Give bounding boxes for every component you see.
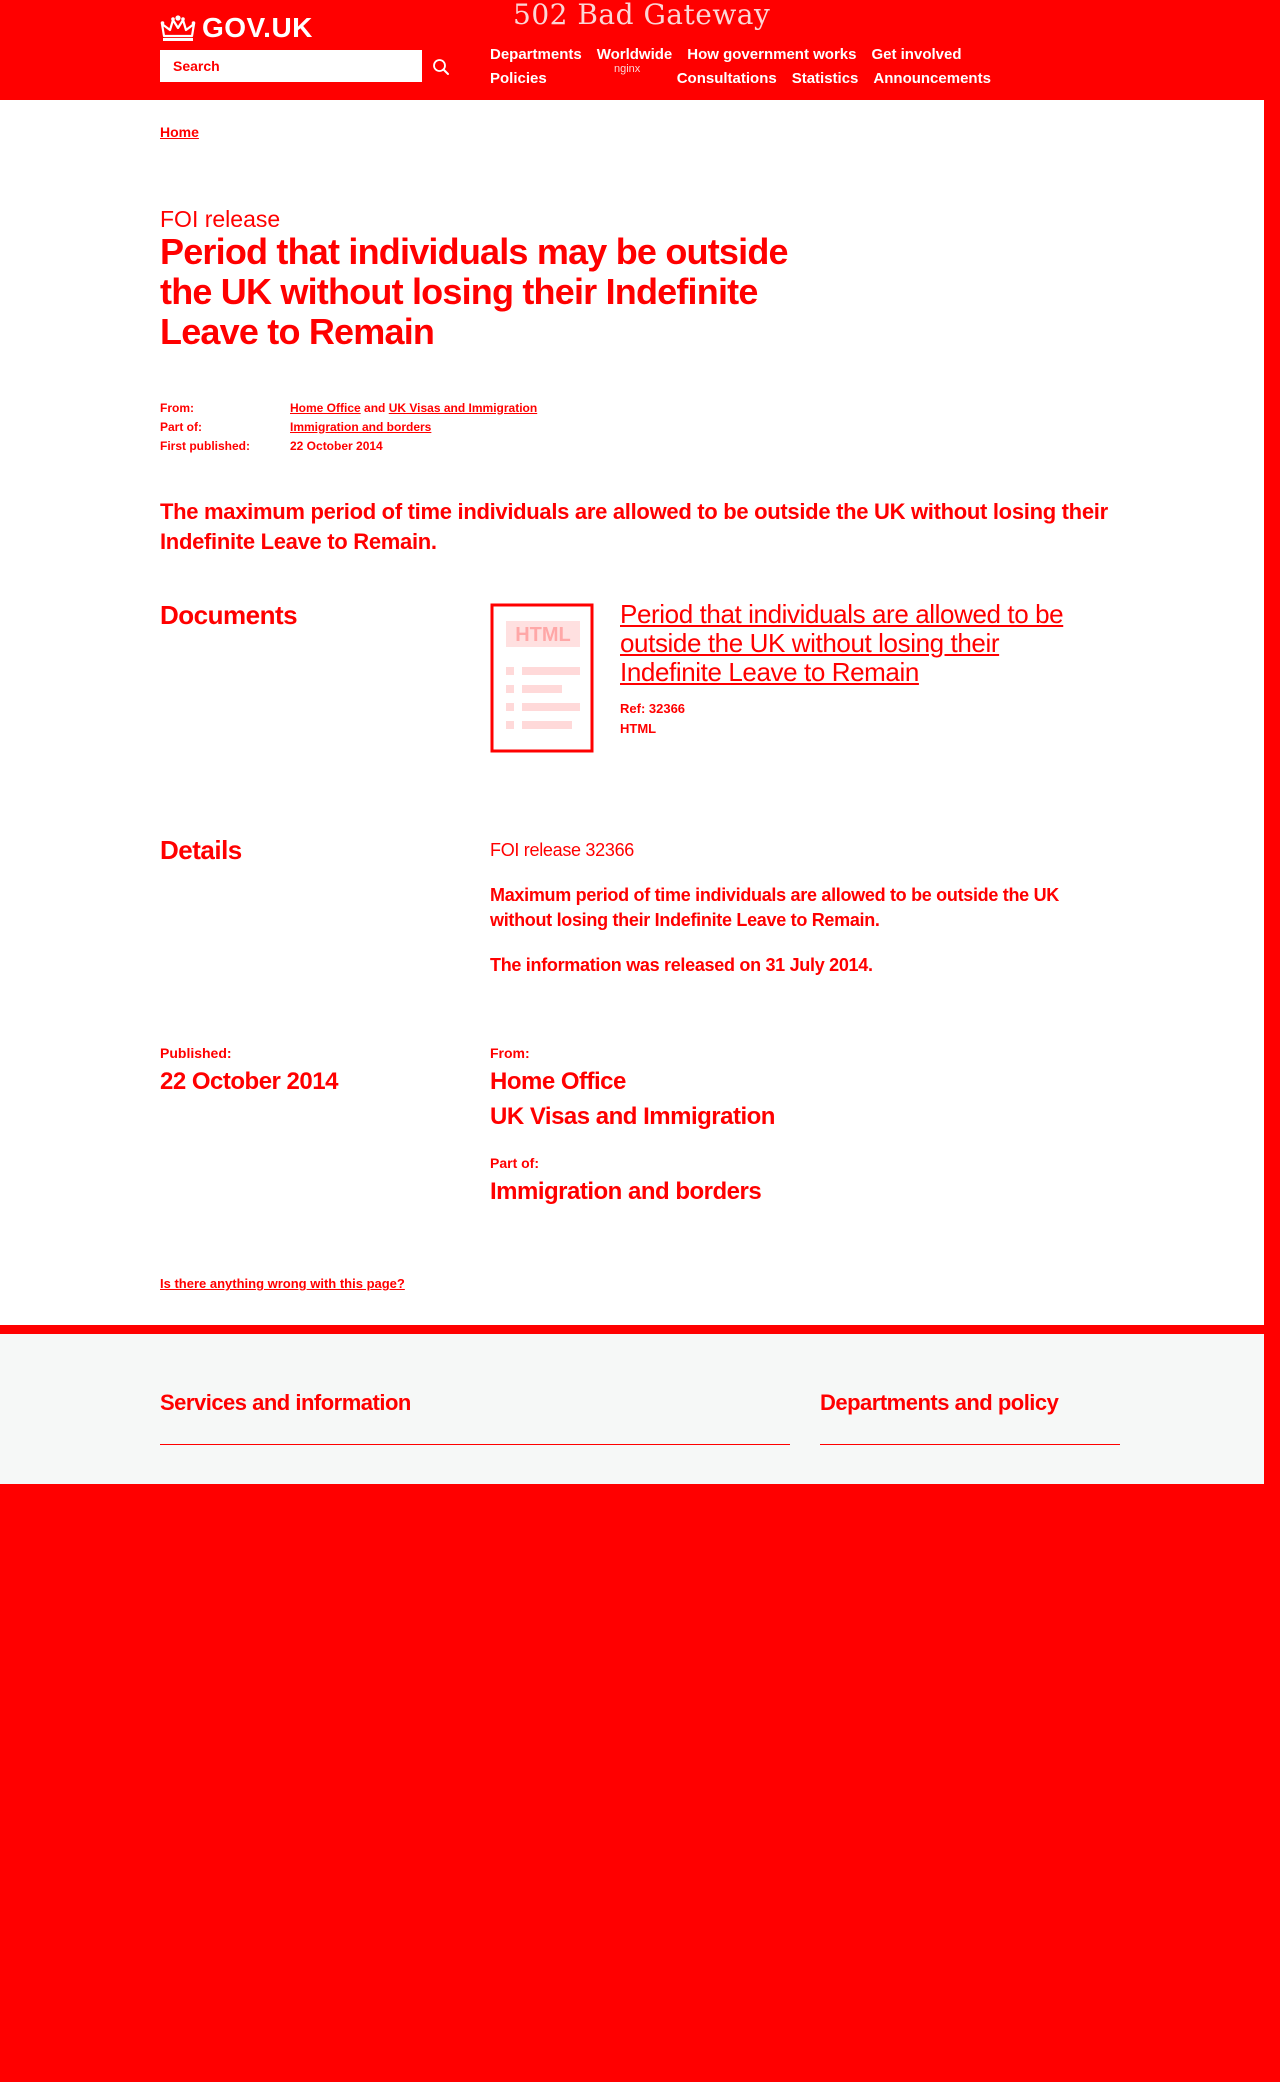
search-input[interactable] [161,51,421,81]
nav-how-government-works[interactable]: How government works [687,46,856,63]
search-button[interactable] [428,55,454,79]
nav-statistics[interactable]: Statistics [792,70,859,87]
partof-link[interactable]: Immigration and borders [490,1178,762,1206]
footer-divider [160,1444,790,1445]
details-heading: Details [160,835,242,865]
meta-partof-row: Part of: Immigration and borders [160,417,537,436]
footer-services-heading: Services and information [160,1390,411,1415]
html-document-icon[interactable]: HTML [490,603,594,753]
document-format: HTML [620,721,657,736]
footer-departments-heading: Departments and policy [820,1390,1059,1415]
from-ukvi-link[interactable]: UK Visas and Immigration [490,1103,775,1131]
details-paragraph: Maximum period of time individuals are a… [490,885,1059,930]
meta-partof-link[interactable]: Immigration and borders [290,420,431,434]
details-paragraph: The information was released on 31 July … [490,955,873,975]
meta-published-row: First published: 22 October 2014 [160,436,537,455]
meta-from-home-office-link[interactable]: Home Office [290,401,361,415]
meta-from-value: Home Office and UK Visas and Immigration [290,401,537,415]
meta-published-label: First published: [160,438,250,453]
govuk-logo[interactable]: GOV.UK [160,12,313,44]
search-box [160,50,422,82]
published-date: 22 October 2014 [160,1068,338,1095]
nav-announcements[interactable]: Announcements [873,70,991,87]
document-link[interactable]: Period that individuals are allowed to b… [620,600,1100,687]
details-paragraph: FOI release 32366 [490,840,634,860]
nav-spacer [562,70,677,87]
partof-label: Part of: [490,1155,539,1171]
error-title: 502 Bad Gateway [513,0,771,31]
nav-consultations[interactable]: Consultations [677,70,777,87]
meta-from-and: and [364,400,386,415]
meta-partof-label: Part of: [160,419,202,434]
logo-text: GOV.UK [202,12,313,43]
document-type: FOI release [160,206,281,232]
report-problem-link[interactable]: Is there anything wrong with this page? [160,1276,405,1291]
meta-partof-value: Immigration and borders [290,420,431,434]
breadcrumb-home[interactable]: Home [160,124,199,140]
site-footer: Services and information Departments and… [0,1334,1264,1484]
site-header: GOV.UK 502 Bad Gateway nginx Departments… [0,0,1280,100]
details-body: FOI release 32366 Maximum period of time… [490,838,1120,998]
nav-get-involved[interactable]: Get involved [871,46,961,63]
from-label: From: [490,1045,530,1061]
nav-policies[interactable]: Policies [490,70,547,87]
meta-from-ukvi-link[interactable]: UK Visas and Immigration [389,401,537,415]
page-title: Period that individuals may be outside t… [160,231,789,352]
main-nav-primary: Departments Worldwide How government wor… [490,46,977,63]
meta-from-label: From: [160,400,194,415]
documents-heading: Documents [160,600,298,630]
meta-published-value: 22 October 2014 [290,438,383,453]
main-nav-secondary: Policies Consultations Statistics Announ… [490,70,1006,87]
main-content: Home FOI release Period that individuals… [0,100,1264,1325]
search-icon [433,59,449,75]
published-label: Published: [160,1045,232,1061]
from-home-office-link[interactable]: Home Office [490,1068,626,1096]
page-summary: The maximum period of time individuals a… [160,499,1108,554]
footer-divider [820,1444,1120,1445]
thumb-label: HTML [515,624,571,646]
nav-worldwide[interactable]: Worldwide [597,46,673,63]
crown-icon [160,15,196,41]
metadata-block: From: Home Office and UK Visas and Immig… [160,398,537,455]
nav-departments[interactable]: Departments [490,46,582,63]
meta-from-row: From: Home Office and UK Visas and Immig… [160,398,537,417]
document-ref: Ref: 32366 [620,701,686,716]
